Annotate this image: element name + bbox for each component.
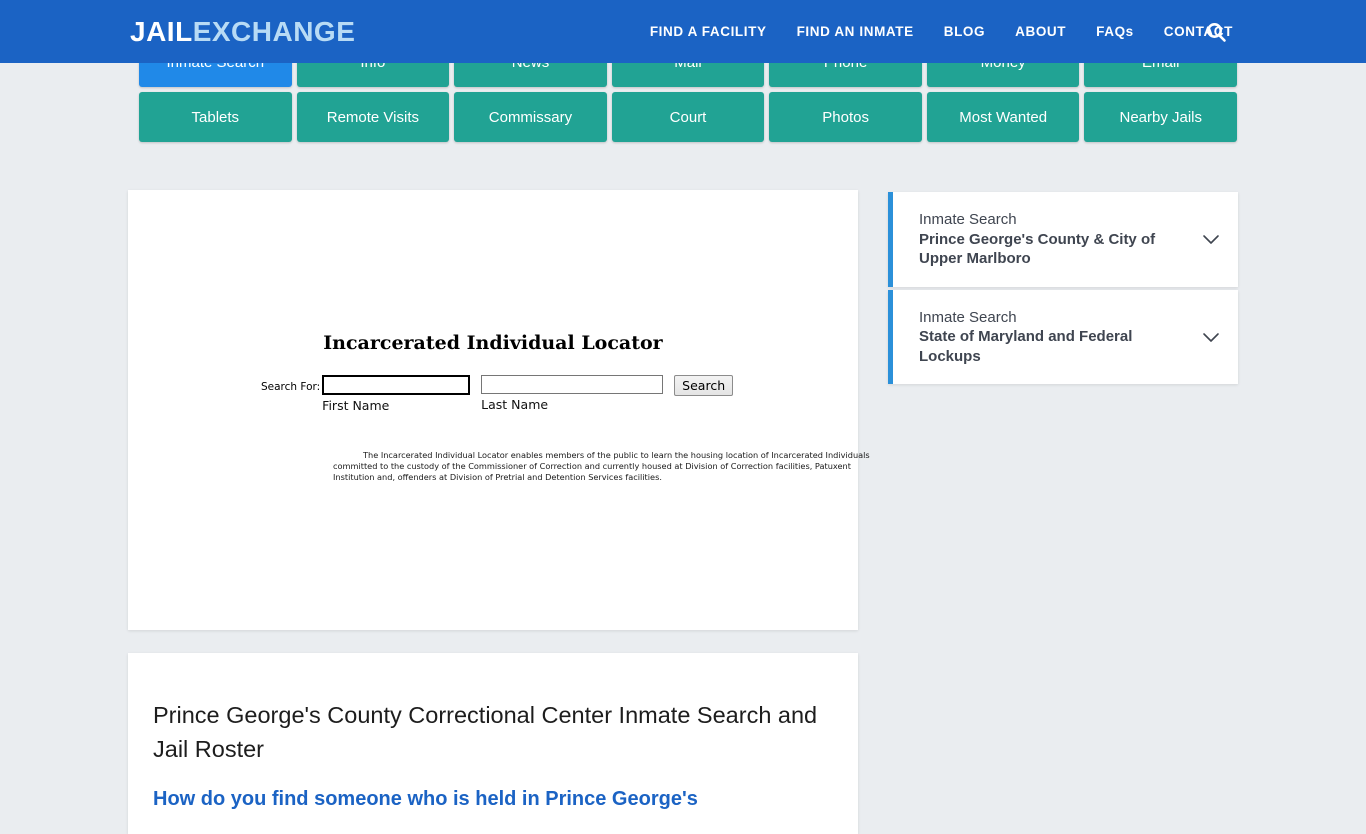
main-content-column: Incarcerated Individual Locator Search F… <box>128 190 870 834</box>
inmate-locator-embed: Incarcerated Individual Locator Search F… <box>128 190 870 630</box>
tab-court[interactable]: Court <box>611 92 765 142</box>
accordion-item-text: Inmate Search State of Maryland and Feder… <box>919 308 1188 367</box>
main-navigation: FIND A FACILITY FIND AN INMATE BLOG ABOUT FA… <box>635 0 1248 63</box>
last-name-input[interactable] <box>481 375 664 394</box>
accordion-item-line2: Prince George's County & City of Upper M… <box>919 230 1156 268</box>
nav-item-find-a-facility[interactable]: FIND A FACILITY <box>635 0 782 63</box>
tab-tablets[interactable]: Tablets <box>139 92 292 142</box>
nav-item-contact[interactable]: CONTACT <box>1149 0 1248 63</box>
logo-exchange: EXCHANGE <box>192 16 356 47</box>
tab-commissary[interactable]: Commissary <box>454 92 607 142</box>
nav-item-about[interactable]: ABOUT <box>1000 0 1081 63</box>
search-icon[interactable] <box>1204 20 1228 44</box>
tab-photos[interactable]: Photos <box>769 92 922 142</box>
accordion-item-text: Inmate Search Prince George's County & Ci… <box>919 210 1188 269</box>
accordion-item[interactable]: Inmate Search Prince George's County & Ci… <box>888 192 1238 287</box>
tab-nearby-jails[interactable]: Nearby Jails <box>1084 92 1238 142</box>
tab-remote-visits[interactable]: Remote Visits <box>296 92 450 142</box>
accordion-item[interactable]: Inmate Search State of Maryland and Feder… <box>888 289 1238 384</box>
site-header: JAILEXCHANGE FIND A FACILITY FIND AN INMA… <box>0 0 1366 63</box>
article-title: Prince George's County Correctional Cent… <box>153 702 818 762</box>
nav-item-faqs[interactable]: FAQs <box>1081 0 1149 63</box>
last-name-group: Last Name <box>470 375 664 412</box>
chevron-down-icon[interactable] <box>1198 324 1224 350</box>
nav-item-blog[interactable]: BLOG <box>929 0 1000 63</box>
first-name-group: First Name <box>322 375 471 413</box>
locator-search-button[interactable]: Search <box>674 375 734 396</box>
accordion-item-line1: Inmate Search <box>919 308 1017 326</box>
accordion-item-line2: State of Maryland and Federal Lockups <box>919 328 1133 365</box>
first-name-caption: First Name <box>322 398 390 413</box>
last-name-caption: Last Name <box>481 397 549 412</box>
locator-search-form: Search For: First Name Last Name Search <box>261 375 734 413</box>
inmate-locator-card: Incarcerated Individual Locator Search F… <box>128 190 870 630</box>
chevron-down-icon[interactable] <box>1198 226 1224 252</box>
article-subtitle[interactable]: How do you find someone who is held in P… <box>153 784 833 814</box>
article-card: Prince George's County Correctional Cent… <box>128 653 858 834</box>
sidebar-accordion: Inmate Search Prince George's County & Ci… <box>888 192 1238 384</box>
site-logo[interactable]: JAILEXCHANGE <box>130 17 355 47</box>
accordion-item-line1: Inmate Search <box>919 211 1017 228</box>
tab-most-wanted[interactable]: Most Wanted <box>926 92 1080 142</box>
logo-jail: JAIL <box>130 16 193 47</box>
locator-description: The Incarcerated Individual Locator enab… <box>333 450 870 482</box>
nav-item-find-an-inmate[interactable]: FIND AN INMATE <box>782 0 929 63</box>
locator-title: Incarcerated Individual Locator <box>323 332 663 354</box>
facility-tab-row-2: Tablets Remote Visits Commissary Court Photo… <box>139 92 1238 142</box>
first-name-input[interactable] <box>322 375 471 395</box>
search-for-label: Search For: <box>261 381 321 393</box>
